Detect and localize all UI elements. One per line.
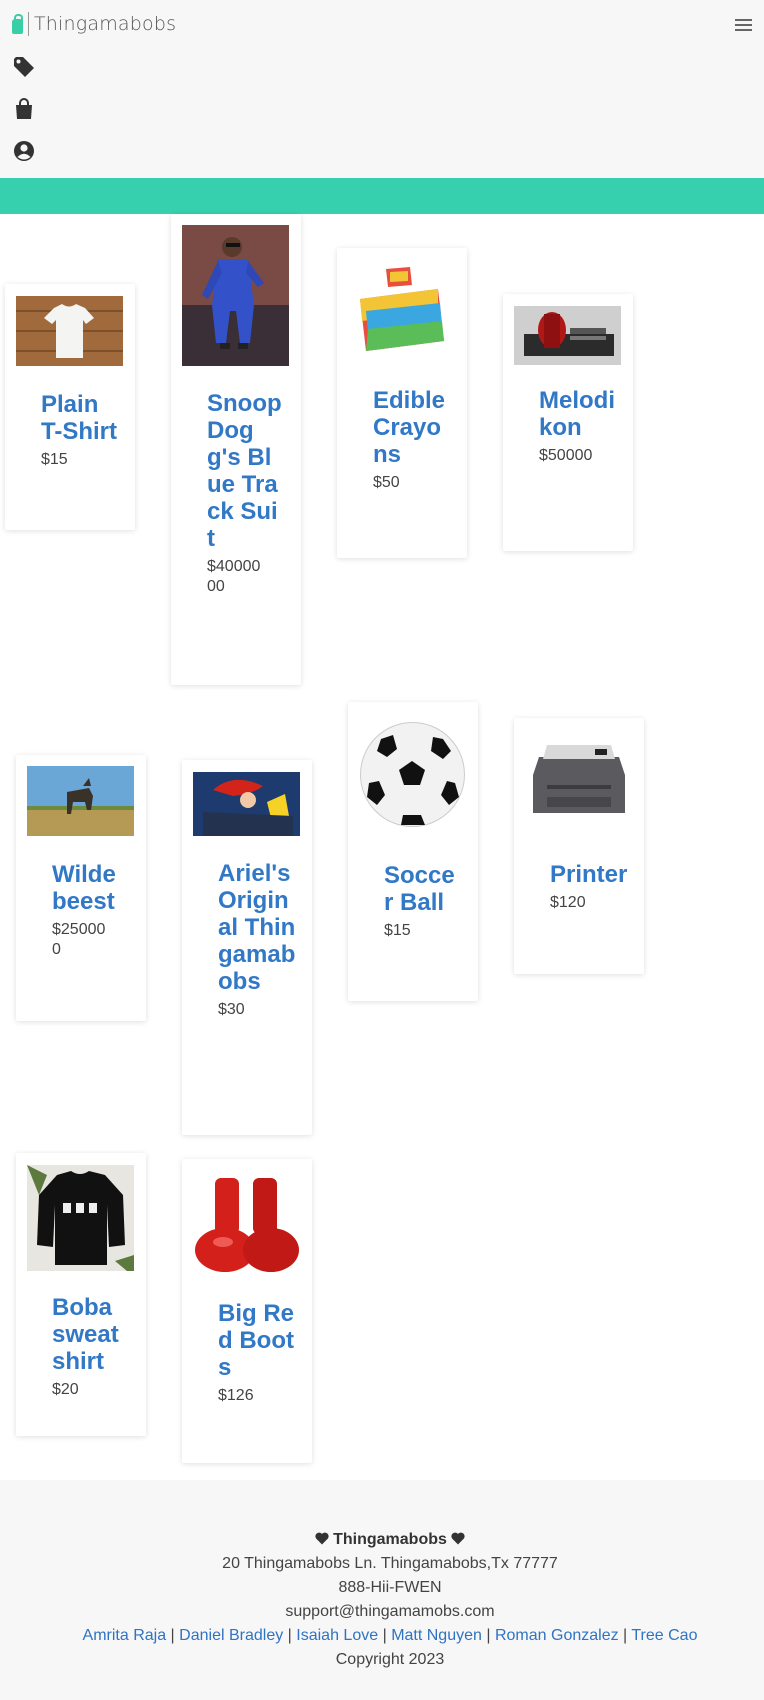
crayons-box-image	[348, 259, 455, 359]
author-separator: |	[287, 1627, 292, 1644]
product-card[interactable]: Snoop Dogg's Blue Track Suit $4000000	[171, 214, 301, 685]
product-name[interactable]: Wildebeest	[52, 861, 116, 915]
product-price: $15	[384, 922, 411, 939]
brand-logo[interactable]: Thingamabobs	[12, 12, 176, 36]
author-link[interactable]: Amrita Raja	[83, 1627, 167, 1644]
author-link[interactable]: Roman Gonzalez	[495, 1627, 619, 1644]
product-price: $120	[550, 894, 586, 911]
product-card[interactable]: Edible Crayons $50	[337, 248, 467, 558]
footer-email: support@thingamamobs.com	[285, 1603, 495, 1620]
product-card[interactable]: Soccer Ball $15	[348, 702, 478, 1001]
red-boots-image	[193, 1170, 300, 1275]
footer-copyright: Copyright 2023	[335, 1651, 445, 1668]
shopping-bag-icon[interactable]	[13, 98, 35, 120]
product-card[interactable]: Boba sweatshirt $20	[16, 1153, 146, 1436]
product-card[interactable]: Printer $120	[514, 718, 644, 974]
product-card[interactable]: Wildebeest $250000	[16, 755, 146, 1021]
author-separator: |	[170, 1627, 175, 1644]
hamburger-menu-icon[interactable]	[735, 18, 752, 31]
product-name[interactable]: Snoop Dogg's Blue Track Suit	[207, 390, 282, 552]
product-price: $50	[373, 474, 400, 491]
author-link[interactable]: Matt Nguyen	[391, 1627, 482, 1644]
soccer-ball-image	[359, 721, 466, 828]
footer-title-row: Thingamabobs	[0, 1531, 764, 1549]
product-card[interactable]: Big Red Boots $126	[182, 1159, 312, 1463]
product-price: $15	[41, 451, 68, 468]
user-account-icon[interactable]	[13, 140, 35, 162]
author-separator: |	[382, 1627, 387, 1644]
author-link[interactable]: Daniel Bradley	[179, 1627, 283, 1644]
ariel-image	[193, 772, 300, 836]
melodikon-image	[514, 306, 621, 365]
top-navbar: Thingamabobs	[0, 0, 764, 178]
shopping-bag-logo-icon	[12, 13, 23, 34]
product-name[interactable]: Printer	[550, 861, 627, 888]
product-card[interactable]: Plain T-Shirt $15	[5, 284, 135, 530]
heart-icon	[451, 1532, 465, 1545]
product-price: $50000	[539, 447, 593, 464]
product-card[interactable]: Melodikon $50000	[503, 294, 633, 551]
boba-sweatshirt-image	[27, 1165, 134, 1271]
author-link[interactable]: Isaiah Love	[296, 1627, 378, 1644]
accent-banner	[0, 178, 764, 214]
brand-divider	[28, 12, 29, 36]
author-separator: |	[486, 1627, 491, 1644]
footer-title: Thingamabobs	[333, 1531, 447, 1548]
product-name[interactable]: Melodikon	[539, 387, 615, 441]
product-name[interactable]: Plain T-Shirt	[41, 391, 117, 445]
author-link[interactable]: Tree Cao	[631, 1627, 697, 1644]
product-name[interactable]: Soccer Ball	[384, 862, 455, 916]
brand-name: Thingamabobs	[34, 13, 177, 35]
product-name[interactable]: Big Red Boots	[218, 1300, 294, 1381]
footer-address: 20 Thingamabobs Ln. Thingamabobs,Tx 7777…	[222, 1555, 558, 1572]
product-price: $20	[52, 1381, 79, 1398]
product-price: $30	[218, 1001, 245, 1018]
wildebeest-image	[27, 766, 134, 836]
printer-image	[525, 735, 632, 821]
heart-icon	[315, 1532, 329, 1545]
product-name[interactable]: Ariel's Original Thingamabobs	[218, 860, 295, 995]
white-tshirt-image	[16, 296, 123, 366]
author-separator: |	[623, 1627, 628, 1644]
snoop-dogg-image	[182, 225, 289, 366]
product-price: $250000	[52, 921, 106, 958]
product-name[interactable]: Boba sweatshirt	[52, 1294, 119, 1375]
footer-phone: 888-Hii-FWEN	[338, 1579, 442, 1596]
site-footer: Thingamabobs 20 Thingamabobs Ln. Thingam…	[0, 1480, 764, 1700]
product-price: $126	[218, 1387, 254, 1404]
product-price: $4000000	[207, 558, 261, 595]
product-card[interactable]: Ariel's Original Thingamabobs $30	[182, 760, 312, 1135]
product-name[interactable]: Edible Crayons	[373, 387, 445, 468]
footer-authors: Amrita Raja | Daniel Bradley | Isaiah Lo…	[0, 1627, 764, 1645]
tag-icon[interactable]	[13, 56, 35, 78]
